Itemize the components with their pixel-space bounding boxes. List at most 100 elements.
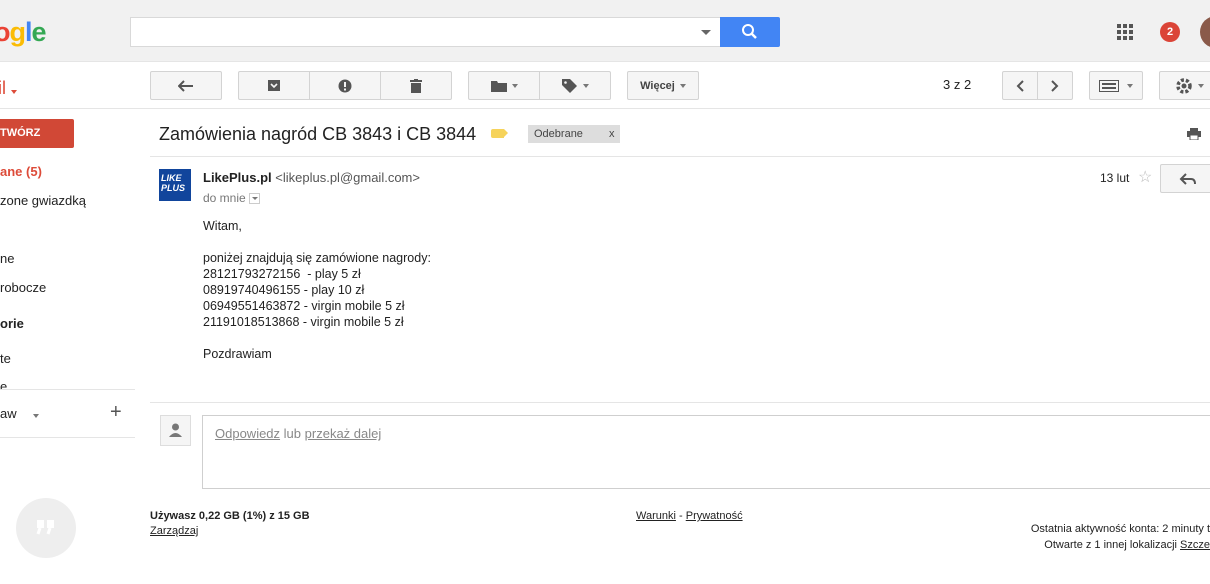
apps-grid-icon[interactable] <box>1117 24 1134 41</box>
sidebar: TWÓRZ ane (5) zone gwiazdką ne robocze o… <box>0 109 140 584</box>
search-icon <box>742 24 757 39</box>
compose-button[interactable]: TWÓRZ <box>0 119 74 148</box>
hangouts-user-label: aw <box>0 406 17 421</box>
footer-separator: - <box>679 510 683 522</box>
sidebar-item-sent[interactable]: ne <box>0 251 14 266</box>
privacy-link[interactable]: Prywatność <box>686 510 743 522</box>
sidebar-item-starred[interactable]: zone gwiazdką <box>0 193 86 208</box>
search-button[interactable] <box>720 17 780 47</box>
chevron-down-icon <box>32 414 39 418</box>
details-link[interactable]: Szcze <box>1180 539 1210 551</box>
inbox-label-chip: Odebrane x <box>528 125 621 143</box>
storage-info: Używasz 0,22 GB (1%) z 15 GB Zarządzaj <box>150 510 310 537</box>
divider <box>150 402 1210 403</box>
recipient-label: do mnie <box>203 191 246 205</box>
chevron-down-icon <box>511 83 518 88</box>
back-button[interactable] <box>150 71 222 100</box>
reply-icon <box>1179 173 1196 185</box>
settings-button[interactable] <box>1159 71 1210 100</box>
body-line: Witam, <box>203 219 242 233</box>
chevron-down-icon <box>1197 83 1204 88</box>
terms-link[interactable]: Warunki <box>636 510 676 522</box>
print-icon[interactable] <box>1187 128 1201 141</box>
message-body: Witam, poniżej znajdują się zamówione na… <box>203 218 431 362</box>
app-switcher-label: il <box>0 78 6 98</box>
sidebar-item-more[interactable]: e <box>0 379 7 389</box>
input-tools-button[interactable] <box>1089 71 1143 100</box>
body-line <box>203 330 431 346</box>
trash-icon <box>410 78 422 93</box>
search-options-dropdown-icon[interactable] <box>701 30 711 35</box>
or-text: lub <box>283 426 302 441</box>
remove-label-button[interactable]: x <box>609 125 615 143</box>
reply-button[interactable] <box>1160 164 1210 193</box>
search-input[interactable] <box>130 17 721 47</box>
reply-prompt: Odpowiedz lub przekaż dalej <box>215 426 381 441</box>
sidebar-item-social[interactable]: te <box>0 351 11 366</box>
message-subject: Zamówienia nagród CB 3843 i CB 3844 <box>159 124 477 144</box>
user-avatar-icon <box>160 415 191 446</box>
alert-icon <box>338 79 352 92</box>
sidebar-item-drafts[interactable]: robocze <box>0 280 46 295</box>
body-line: Pozdrawiam <box>203 347 272 361</box>
labels-button[interactable] <box>539 71 611 100</box>
body-line: poniżej znajdują się zamówione nagrody: <box>203 251 431 265</box>
add-contact-icon[interactable]: + <box>110 401 122 424</box>
archive-button[interactable] <box>238 71 310 100</box>
notifications-badge[interactable]: 2 <box>1160 22 1180 42</box>
delete-button[interactable] <box>380 71 452 100</box>
account-avatar[interactable] <box>1200 16 1210 48</box>
sender: LikePlus.pl <likeplus.pl@gmail.com> <box>203 170 420 185</box>
open-locations: Otwarte z 1 innej lokalizacji Szcze <box>1031 537 1210 553</box>
storage-usage: Używasz 0,22 GB (1%) z 15 GB <box>150 510 310 522</box>
keyboard-icon <box>1099 79 1119 92</box>
label-importance-icon[interactable] <box>491 129 508 138</box>
manage-storage-link[interactable]: Zarządzaj <box>150 525 310 537</box>
top-bar: ogle 2 <box>0 0 1210 62</box>
sidebar-divider <box>0 389 135 390</box>
folder-icon <box>490 80 507 92</box>
body-line: 08919740496155 - play 10 zł <box>203 283 365 297</box>
account-activity: Ostatnia aktywność konta: 2 minuty t Otw… <box>1031 521 1210 553</box>
forward-link[interactable]: przekaż dalej <box>305 426 382 441</box>
body-line: 28121793272156 - play 5 zł <box>203 267 361 281</box>
sidebar-divider <box>0 437 135 438</box>
older-button[interactable] <box>1037 71 1073 100</box>
body-line: 06949551463872 - virgin mobile 5 zł <box>203 299 405 313</box>
chevron-down-icon <box>1127 83 1133 88</box>
sidebar-item-inbox[interactable]: ane (5) <box>0 164 42 179</box>
message-date: 13 lut <box>1100 171 1130 185</box>
show-details-icon[interactable] <box>248 193 260 205</box>
open-elsewhere-text: Otwarte z 1 innej lokalizacji <box>1044 539 1177 551</box>
sender-email: <likeplus.pl@gmail.com> <box>275 170 420 185</box>
sidebar-item-categories[interactable]: orie <box>0 316 24 331</box>
chevron-down-icon <box>679 83 686 88</box>
move-to-button[interactable] <box>468 71 540 100</box>
more-button-label: Więcej <box>640 79 675 92</box>
reply-link[interactable]: Odpowiedz <box>215 426 280 441</box>
reply-box[interactable]: Odpowiedz lub przekaż dalej <box>202 415 1210 489</box>
hangouts-user[interactable]: aw <box>0 406 39 421</box>
star-icon[interactable]: ☆ <box>1138 167 1152 187</box>
divider <box>150 156 1210 157</box>
toolbar: il Więcej 3 z 2 <box>0 62 1210 109</box>
newer-button[interactable] <box>1002 71 1038 100</box>
recipient: do mnie <box>203 191 260 205</box>
body-line: 21191018513868 - virgin mobile 5 zł <box>203 315 404 329</box>
body-line <box>203 234 431 250</box>
archive-icon <box>268 80 280 91</box>
message-view: Zamówienia nagród CB 3843 i CB 3844 Odeb… <box>150 109 1210 584</box>
sender-avatar: LIKE PLUS <box>159 169 191 201</box>
arrow-left-icon <box>178 79 193 92</box>
page-count: 3 z 2 <box>943 77 972 92</box>
chevron-left-icon <box>1016 79 1024 92</box>
google-logo[interactable]: ogle <box>0 17 47 48</box>
chevron-down-icon <box>11 90 17 94</box>
hangouts-icon[interactable] <box>16 498 76 558</box>
footer-links: Warunki - Prywatność <box>636 510 743 522</box>
sender-name[interactable]: LikePlus.pl <box>203 170 272 185</box>
report-spam-button[interactable] <box>309 71 381 100</box>
app-switcher[interactable]: il <box>0 78 17 99</box>
more-button[interactable]: Więcej <box>627 71 699 100</box>
label-tag-icon <box>561 78 577 93</box>
